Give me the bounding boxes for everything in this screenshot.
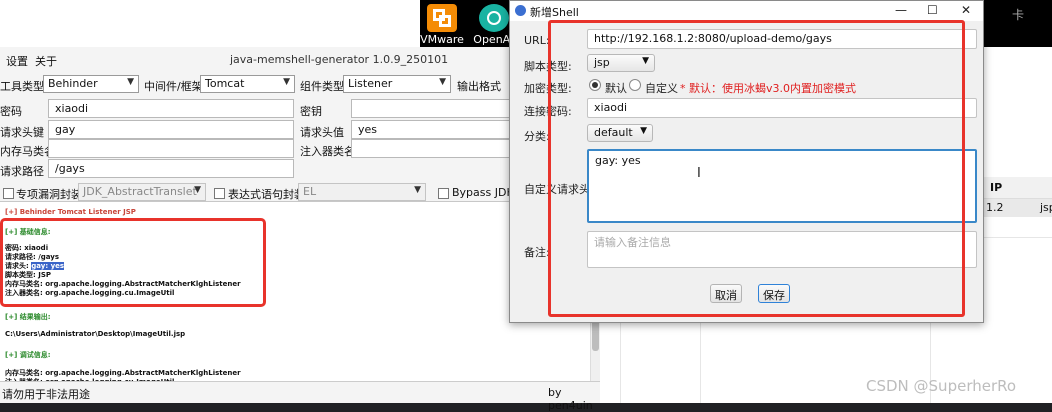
- middleware-value: Tomcat: [205, 77, 245, 90]
- password-label: 密码: [0, 105, 22, 118]
- tool-type-select[interactable]: Behinder ▼: [43, 75, 139, 93]
- openai-icon: [479, 4, 509, 32]
- special-wrap-checkbox[interactable]: [3, 188, 14, 199]
- header-value-label: 请求头值: [300, 126, 344, 139]
- annotation-box: [0, 218, 266, 307]
- row-ip: 1.2: [986, 201, 1004, 214]
- maximize-icon[interactable]: ☐: [927, 3, 938, 17]
- note-label: 备注:: [524, 246, 550, 259]
- chevron-down-icon: ▼: [127, 77, 134, 87]
- menu-settings[interactable]: 设置: [6, 53, 28, 69]
- expr-wrap-label: 表达式语句封装: [228, 188, 305, 201]
- component-type-label: 组件类型: [300, 80, 344, 93]
- shell-class-input[interactable]: [48, 139, 294, 158]
- url-label: URL:: [524, 34, 550, 47]
- expr-wrap-value: EL: [303, 185, 317, 198]
- column-header-ip[interactable]: IP: [990, 181, 1002, 194]
- header-key-input[interactable]: gay: [48, 120, 294, 139]
- middleware-label: 中间件/框架: [144, 80, 203, 93]
- secret-key-input[interactable]: [351, 99, 511, 118]
- desktop-shortcut-vmware[interactable]: VMware: [420, 4, 464, 46]
- dialog-title: 新增Shell: [530, 6, 579, 19]
- menu-about[interactable]: 关于: [35, 53, 57, 69]
- middleware-select[interactable]: Tomcat ▼: [200, 75, 295, 93]
- injector-class-label: 注入器类名: [300, 145, 355, 158]
- chevron-down-icon: ▼: [283, 77, 290, 87]
- special-wrap-label: 专项漏洞封装: [16, 188, 82, 201]
- annotation-box: [548, 20, 965, 317]
- expr-wrap-select[interactable]: EL ▼: [298, 183, 426, 201]
- component-type-value: Listener: [348, 77, 393, 90]
- app-icon: [515, 5, 526, 16]
- status-warning: 请勿用于非法用途: [2, 388, 90, 401]
- watermark: CSDN @SuperherRo: [866, 377, 1017, 395]
- desktop-window-area: [0, 0, 420, 47]
- path-label: 请求路径: [0, 165, 44, 178]
- output-result-path: C:\Users\Administrator\Desktop\ImageUtil…: [5, 330, 186, 338]
- chevron-down-icon: ▼: [439, 77, 446, 87]
- chevron-down-icon: ▼: [194, 185, 201, 195]
- header-key-label: 请求头键: [0, 126, 44, 139]
- status-bar: 请勿用于非法用途 by pen4uin: [0, 381, 600, 412]
- injector-class-input[interactable]: [351, 139, 511, 158]
- window-title: java-memshell-generator 1.0.9_250101: [230, 53, 449, 66]
- desktop-corner-fragment: 卡: [1012, 8, 1025, 22]
- secret-key-label: 密钥: [300, 105, 322, 118]
- header-value-input[interactable]: yes: [351, 120, 511, 139]
- vmware-icon: [427, 4, 457, 32]
- close-icon[interactable]: ✕: [961, 3, 971, 17]
- minimize-icon[interactable]: —: [895, 3, 907, 17]
- special-wrap-select[interactable]: JDK_AbstractTranslet ▼: [78, 183, 206, 201]
- output-debug-label: [+] 调试信息:: [5, 351, 51, 359]
- expr-wrap-checkbox[interactable]: [214, 188, 225, 199]
- path-input[interactable]: /gays: [48, 159, 294, 178]
- tool-type-value: Behinder: [48, 77, 98, 90]
- output-format-label: 输出格式: [457, 80, 501, 93]
- bypass-checkbox[interactable]: [438, 188, 449, 199]
- chevron-down-icon: ▼: [414, 185, 421, 195]
- shell-class-label: 内存马类名: [0, 145, 55, 158]
- dialog-titlebar[interactable]: 新增Shell — ☐ ✕: [510, 1, 983, 21]
- special-wrap-value: JDK_AbstractTranslet: [83, 185, 197, 198]
- tool-type-label: 工具类型: [0, 80, 44, 93]
- desktop-shortcut-label: VMware: [420, 33, 464, 46]
- status-author: by pen4uin: [548, 386, 593, 412]
- output-header: [+] Behinder Tomcat Listener JSP: [5, 208, 136, 216]
- output-result-label: [+] 结果输出:: [5, 313, 51, 321]
- component-type-select[interactable]: Listener ▼: [343, 75, 451, 93]
- row-type: jsp: [1040, 201, 1052, 214]
- category-label: 分类:: [524, 130, 550, 143]
- password-input[interactable]: xiaodi: [48, 99, 294, 118]
